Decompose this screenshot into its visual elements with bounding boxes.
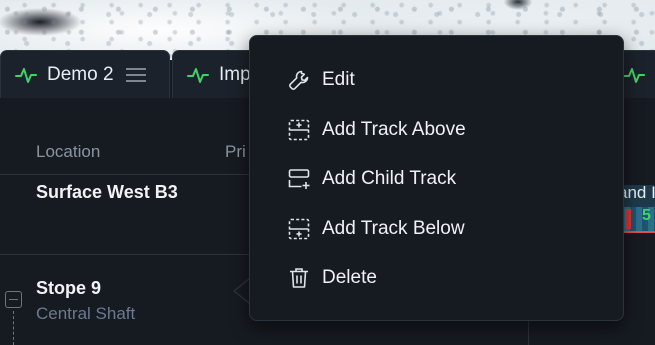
menu-item-label: Delete bbox=[322, 267, 377, 288]
menu-item-label: Edit bbox=[322, 69, 355, 90]
add-child-track-icon bbox=[288, 169, 310, 189]
menu-item-label: Add Track Below bbox=[322, 218, 465, 239]
pulse-icon bbox=[15, 67, 37, 83]
tab-label: Demo 2 bbox=[47, 63, 114, 85]
row-title-surface-west-b3[interactable]: Surface West B3 bbox=[36, 182, 178, 203]
pulse-icon bbox=[187, 67, 209, 83]
menu-item-label: Add Child Track bbox=[322, 168, 457, 189]
pulse-icon bbox=[623, 67, 645, 83]
collapse-toggle-icon[interactable] bbox=[5, 291, 22, 308]
row-subtitle-central-shaft: Central Shaft bbox=[36, 304, 136, 323]
context-menu: Edit Add Track Above Add Child Track Add… bbox=[249, 35, 624, 321]
wrench-icon bbox=[289, 70, 309, 90]
status-marker bbox=[625, 209, 631, 229]
tab-demo-2[interactable]: Demo 2 bbox=[0, 50, 170, 98]
menu-item-edit[interactable]: Edit bbox=[250, 58, 623, 102]
menu-pointer-fill bbox=[235, 279, 250, 303]
tab-label: Imp bbox=[219, 63, 251, 85]
column-header-location[interactable]: Location bbox=[36, 142, 100, 162]
add-track-below-icon bbox=[288, 218, 310, 240]
add-track-above-icon bbox=[288, 119, 310, 141]
menu-item-add-child-track[interactable]: Add Child Track bbox=[250, 157, 623, 201]
column-header-priority[interactable]: Pri bbox=[225, 142, 246, 162]
row-title-stope-9[interactable]: Stope 9 bbox=[36, 278, 101, 299]
menu-item-delete[interactable]: Delete bbox=[250, 256, 623, 300]
menu-item-add-track-above[interactable]: Add Track Above bbox=[250, 108, 623, 152]
track-preview-value: 5 bbox=[642, 207, 651, 224]
tree-connector bbox=[13, 311, 14, 345]
menu-item-add-track-below[interactable]: Add Track Below bbox=[250, 207, 623, 251]
hamburger-menu-icon[interactable] bbox=[125, 67, 146, 83]
trash-icon bbox=[290, 268, 308, 288]
menu-item-label: Add Track Above bbox=[322, 119, 466, 140]
